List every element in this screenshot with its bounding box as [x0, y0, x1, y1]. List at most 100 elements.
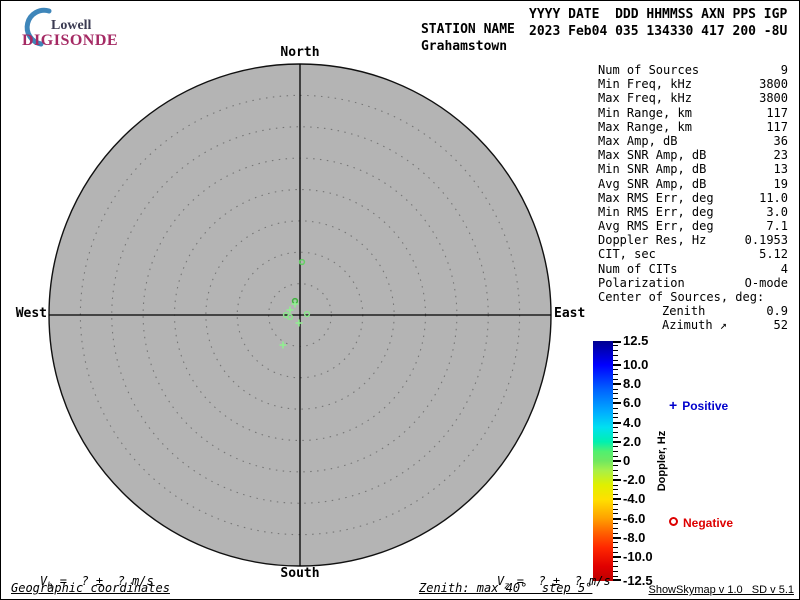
stat-label: Min Freq, kHz — [598, 77, 692, 92]
stat-label: Avg SNR Amp, dB — [598, 176, 707, 191]
colorbar-minor-tick — [613, 513, 618, 515]
colorbar-tick-label: 12.5 — [623, 333, 649, 348]
stat-value: 19 — [773, 176, 788, 191]
stat-value: O-mode — [744, 275, 788, 290]
colorbar-minor-tick — [613, 407, 618, 409]
stat-label: Min RMS Err, deg — [598, 204, 714, 219]
colorbar-major-tick — [613, 341, 621, 343]
stat-row: Avg RMS Err, deg 7.1 — [598, 219, 788, 233]
stat-value: 11.0 — [759, 190, 788, 205]
colorbar-minor-tick — [613, 393, 618, 395]
colorbar-tick-label: -4.0 — [623, 491, 646, 507]
stat-row: Polarization O-mode — [598, 276, 788, 290]
colorbar-minor-tick — [613, 436, 618, 438]
doppler-axis-title: Doppler, Hz — [656, 430, 668, 492]
doppler-colorbar — [593, 341, 613, 581]
colorbar-minor-tick — [613, 494, 618, 496]
stat-label: Avg RMS Err, deg — [598, 219, 714, 234]
colorbar-major-tick — [613, 536, 621, 539]
colorbar-tick-label: 8.0 — [623, 376, 642, 392]
colorbar-major-tick — [613, 517, 621, 520]
colorbar-major-tick — [613, 402, 621, 405]
stat-row: Max Freq, kHz 3800 — [598, 91, 788, 105]
colorbar-tick-label: -10.0 — [623, 549, 653, 564]
colorbar-tick-label: 2.0 — [623, 433, 642, 449]
colorbar-minor-tick — [613, 575, 618, 577]
colorbar-minor-tick — [613, 417, 618, 419]
stat-row: Min Range, km 117 — [598, 106, 788, 120]
colorbar-major-tick — [613, 498, 621, 501]
compass-north-label: North — [280, 45, 320, 60]
stat-value: 7.1 — [766, 219, 788, 234]
stat-value: 36 — [773, 133, 788, 148]
stat-label: Polarization — [598, 275, 685, 290]
colorbar-minor-tick — [613, 532, 618, 534]
colorbar-minor-tick — [613, 398, 618, 400]
stat-row: Max RMS Err, deg 11.0 — [598, 191, 788, 205]
stat-value: 23 — [773, 148, 788, 163]
stat-row: CIT, sec 5.12 — [598, 247, 788, 261]
colorbar-minor-tick — [613, 431, 618, 433]
legend-negative-label: Negative — [683, 516, 734, 530]
colorbar-minor-tick — [613, 455, 618, 457]
stat-label: Num of CITs — [598, 261, 678, 276]
version-credit: ShowSkymap v 1.0 SD v 5.1 — [648, 584, 794, 596]
stat-value: 9 — [780, 63, 788, 77]
colorbar-minor-tick — [613, 354, 618, 356]
stat-label: CIT, sec — [598, 247, 656, 262]
stat-label: Azimuth ↗ — [662, 318, 728, 333]
colorbar-minor-tick — [613, 508, 618, 510]
colorbar-minor-tick — [613, 345, 618, 347]
stats-panel: Num of Sources 9 Min Freq, kHz 3800 Max Freq… — [598, 63, 788, 333]
stat-row: Num of CITs 4 — [598, 262, 788, 276]
stat-value: 3.0 — [766, 204, 788, 219]
colorbar-major-tick — [613, 556, 621, 558]
stat-label: Min Range, km — [598, 105, 692, 120]
stat-label: Max SNR Amp, dB — [598, 148, 707, 163]
stat-row: Max Amp, dB 36 — [598, 134, 788, 148]
stat-value: 117 — [766, 119, 788, 134]
colorbar-major-tick — [613, 579, 621, 581]
colorbar-minor-tick — [613, 474, 618, 476]
stat-value: 52 — [773, 318, 788, 333]
colorbar-minor-tick — [613, 546, 618, 548]
legend-negative: Negative — [669, 516, 733, 530]
colorbar-major-tick — [613, 421, 621, 424]
colorbar-minor-tick — [613, 450, 618, 452]
colorbar-minor-tick — [613, 542, 618, 544]
colorbar-major-tick — [613, 364, 621, 366]
legend-positive-label: Positive — [682, 399, 729, 413]
stat-row: Num of Sources 9 — [598, 63, 788, 77]
stat-label: Zenith — [662, 304, 706, 319]
stat-label: Max Freq, kHz — [598, 91, 692, 106]
colorbar-minor-tick — [613, 522, 618, 524]
stat-value: 3800 — [759, 77, 788, 92]
colorbar-minor-tick — [613, 527, 618, 529]
stat-value: 0.9 — [766, 304, 788, 319]
colorbar-tick-label: 10.0 — [623, 357, 649, 372]
stat-label: Doppler Res, Hz — [598, 233, 707, 248]
stat-row: Avg SNR Amp, dB 19 — [598, 177, 788, 191]
stat-value — [764, 290, 788, 304]
colorbar-tick-label: 0 — [623, 453, 631, 468]
compass-west-label: West — [15, 306, 47, 321]
zenith-range-note: Zenith: max 40° step 5° — [419, 581, 593, 595]
stat-value: 5.12 — [759, 247, 788, 262]
stat-row: Zenith 0.9 — [598, 304, 788, 318]
colorbar-minor-tick — [613, 350, 618, 352]
colorbar-minor-tick — [613, 388, 618, 390]
stat-value: 13 — [773, 162, 788, 177]
colorbar-tick-label: 6.0 — [623, 395, 642, 411]
colorbar-minor-tick — [613, 369, 618, 371]
colorbar-minor-tick — [613, 570, 618, 572]
colorbar-tick-label: -2.0 — [623, 472, 646, 488]
colorbar-tick-label: 4.0 — [623, 414, 642, 430]
stat-row: Max Range, km 117 — [598, 120, 788, 134]
stat-value: 0.1953 — [744, 233, 788, 248]
colorbar-minor-tick — [613, 489, 618, 491]
stat-row: Min RMS Err, deg 3.0 — [598, 205, 788, 219]
coordinates-note: Geographic coordinates — [11, 581, 170, 595]
stat-label: Max Amp, dB — [598, 133, 678, 148]
stat-label: Min SNR Amp, dB — [598, 162, 707, 177]
colorbar-minor-tick — [613, 465, 618, 467]
